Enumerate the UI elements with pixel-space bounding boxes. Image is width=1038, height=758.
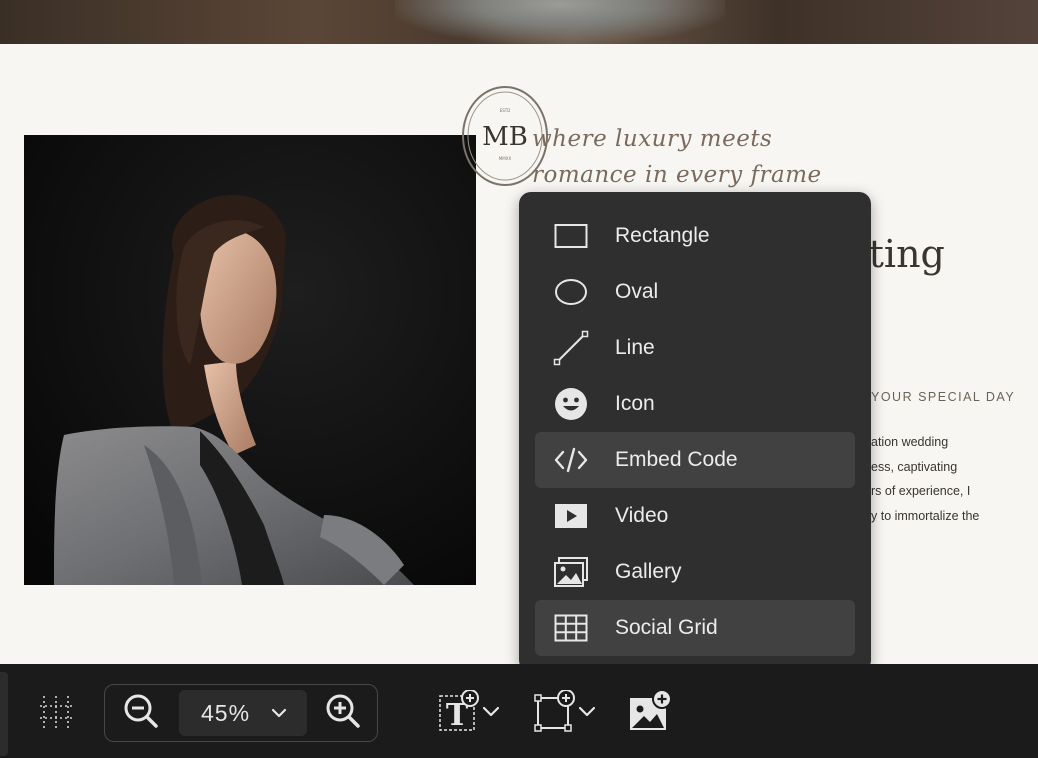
menu-item-social-grid[interactable]: Social Grid	[535, 600, 855, 656]
menu-item-label: Embed Code	[615, 448, 738, 471]
subheading: YOUR SPECIAL DAY	[871, 390, 1016, 404]
svg-text:ESTD: ESTD	[500, 108, 511, 113]
grid-toggle-button[interactable]	[36, 694, 76, 734]
body-paragraph: ation wedding ess, captivating rs of exp…	[871, 430, 979, 528]
add-shape-icon	[532, 688, 598, 739]
menu-item-label: Gallery	[615, 560, 682, 583]
smiley-icon	[551, 388, 591, 420]
hero-image-strip	[0, 0, 1038, 44]
menu-item-label: Line	[615, 336, 655, 359]
add-image-button[interactable]	[628, 688, 674, 739]
svg-text:MMXX: MMXX	[499, 156, 512, 161]
menu-item-label: Oval	[615, 280, 659, 303]
menu-item-line[interactable]: Line	[535, 320, 855, 376]
menu-item-label: Icon	[615, 392, 655, 415]
insert-element-menu: Rectangle Oval Line Icon Embed Code Vide…	[519, 192, 871, 672]
video-icon	[551, 500, 591, 532]
tagline-line-1: where luxury meets	[532, 126, 773, 152]
menu-item-oval[interactable]: Oval	[535, 264, 855, 320]
tagline-line-2: romance in every frame	[532, 162, 822, 188]
add-text-icon: T	[436, 688, 502, 739]
line-icon	[551, 330, 591, 366]
body-line: y to immortalize the	[871, 508, 980, 523]
add-image-icon	[628, 688, 674, 739]
portrait-illustration	[24, 135, 476, 585]
zoom-out-icon	[123, 693, 159, 734]
body-line: rs of experience, I	[871, 484, 971, 499]
zoom-level-value: 45%	[201, 700, 251, 726]
zoom-out-button[interactable]	[121, 693, 161, 734]
editor-toolbar: 45% T	[0, 664, 1038, 758]
zoom-in-button[interactable]	[323, 693, 363, 734]
zoom-level-select[interactable]: 45%	[179, 690, 307, 736]
zoom-control: 45%	[104, 684, 378, 742]
body-line: ess, captivating	[871, 459, 958, 474]
menu-item-label: Rectangle	[615, 224, 710, 247]
add-text-button[interactable]: T	[436, 688, 502, 739]
gallery-icon	[551, 556, 591, 588]
menu-item-embed-code[interactable]: Embed Code	[535, 432, 855, 488]
grid-icon	[551, 612, 591, 644]
add-shape-button[interactable]	[532, 688, 598, 739]
menu-item-gallery[interactable]: Gallery	[535, 544, 855, 600]
toolbar-edge-handle[interactable]	[0, 672, 8, 756]
menu-item-label: Social Grid	[615, 616, 718, 639]
hero-fog	[395, 0, 725, 44]
rectangle-icon	[551, 220, 591, 252]
svg-text:MB: MB	[482, 122, 528, 152]
body-line: ation wedding	[871, 435, 949, 449]
code-icon	[551, 444, 591, 476]
menu-item-label: Video	[615, 504, 669, 527]
grid-toggle-icon	[38, 694, 74, 735]
oval-icon	[551, 276, 591, 308]
portrait-photo[interactable]	[24, 135, 476, 585]
menu-item-video[interactable]: Video	[535, 488, 855, 544]
chevron-down-icon	[271, 706, 287, 724]
menu-item-rectangle[interactable]: Rectangle	[535, 208, 855, 264]
menu-item-icon[interactable]: Icon	[535, 376, 855, 432]
zoom-in-icon	[325, 693, 361, 734]
